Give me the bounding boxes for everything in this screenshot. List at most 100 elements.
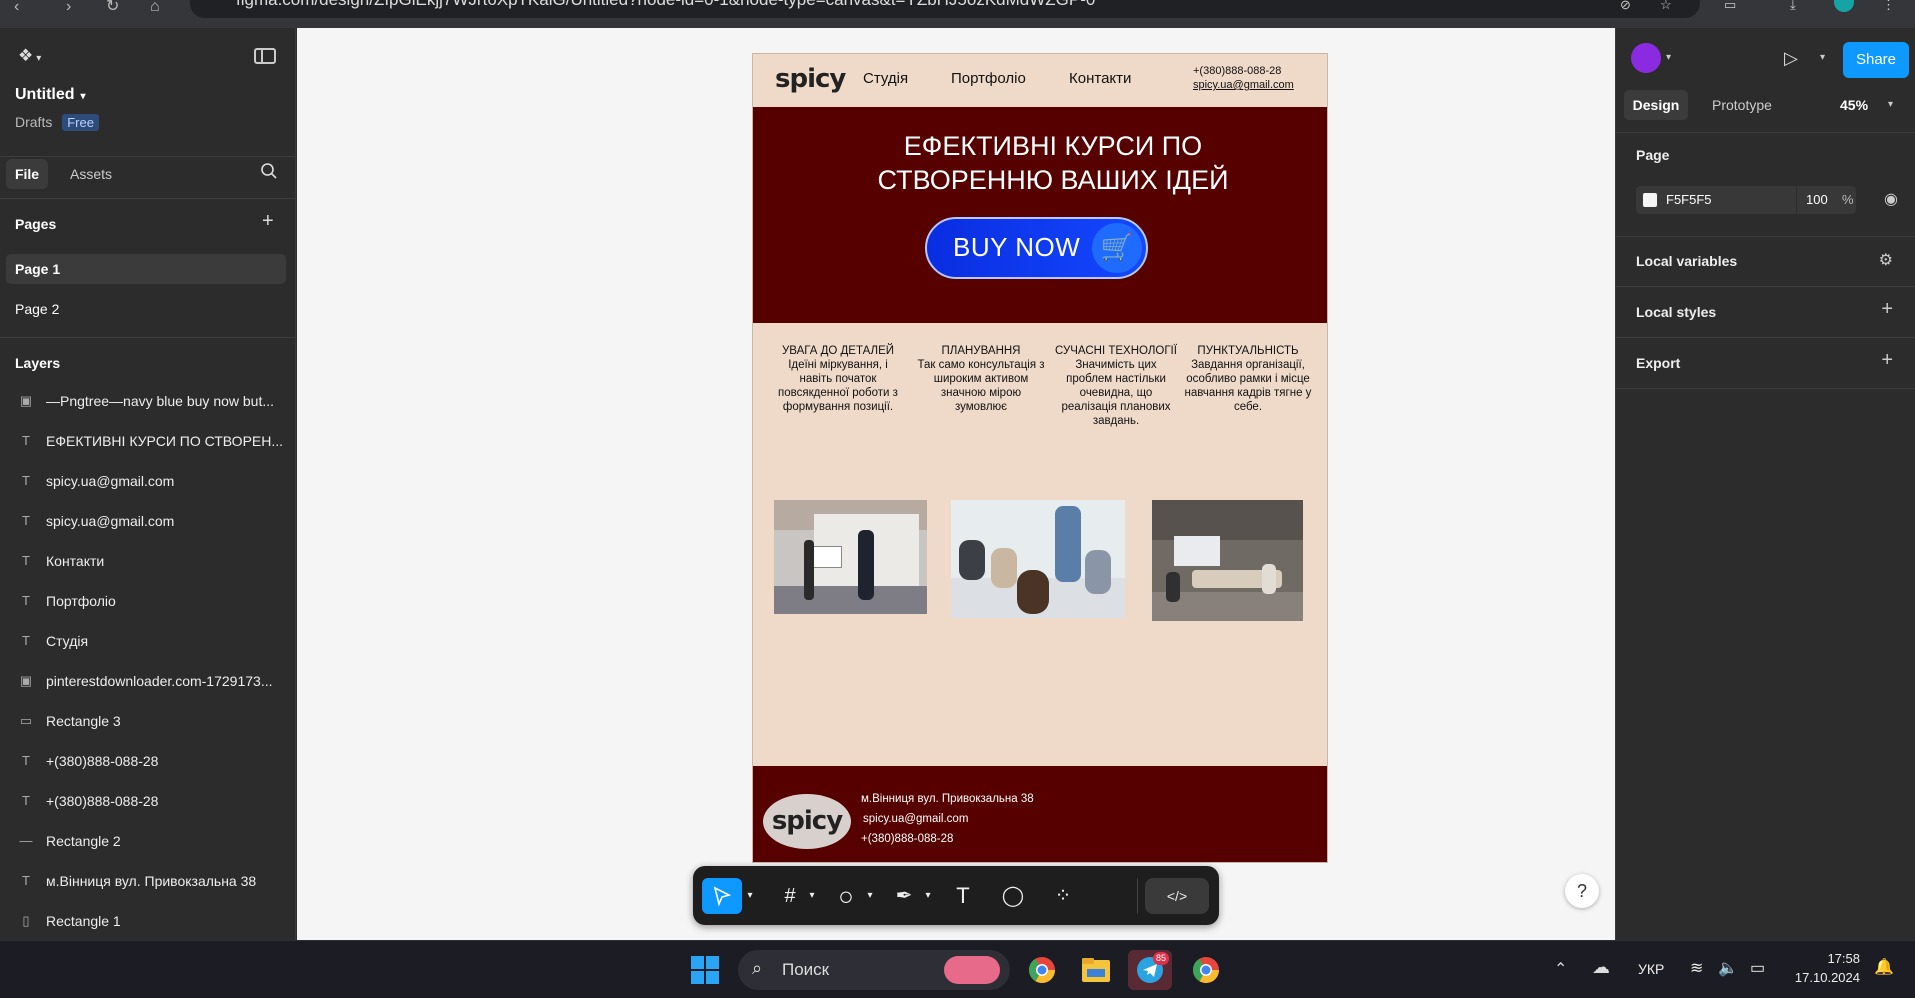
layer-item[interactable]: ▣ pinterestdownloader.com-1729173... [0, 661, 296, 701]
chevron-down-icon[interactable]: ▾ [1888, 90, 1893, 120]
layer-item[interactable]: Tм.Вінниця вул. Привокзальна 38 [0, 861, 296, 901]
clock-date[interactable]: 17.10.2024 [1780, 970, 1860, 985]
page-color-field[interactable]: F5F5F5 100 % [1636, 186, 1856, 214]
sidebar-toggle-icon[interactable] [254, 48, 276, 64]
notification-bell-icon[interactable]: 🔔 [1874, 957, 1894, 977]
home-icon[interactable]: ⌂ [150, 0, 160, 15]
layer-item[interactable]: T +(380)888-088-28 [0, 781, 296, 821]
photo-classroom[interactable] [1152, 500, 1303, 621]
url-text: figma.com/design/ZIpGlEkjj7WJrt6XpTKaiG/… [236, 0, 1095, 9]
ellipse-tool-icon[interactable]: ○ [829, 878, 863, 914]
export-label[interactable]: Export [1636, 355, 1680, 371]
add-style-icon[interactable]: + [1881, 298, 1893, 321]
layer-item[interactable]: T ЕФЕКТИВНІ КУРСИ ПО СТВОРЕН... [0, 421, 296, 461]
frame-tool-icon[interactable]: # [775, 878, 805, 914]
file-explorer-icon[interactable] [1074, 950, 1118, 990]
layer-item[interactable]: T Контакти [0, 541, 296, 581]
pen-tool-icon[interactable]: ✒ [887, 878, 921, 914]
nav-studio[interactable]: Студія [863, 70, 908, 87]
layer-item[interactable]: Tspicy.ua@gmail.com [0, 501, 296, 541]
battery-icon[interactable]: ▭ [1750, 958, 1765, 978]
nav-contacts[interactable]: Контакти [1069, 70, 1131, 87]
buy-now-button[interactable]: BUY NOW 🛒 [925, 217, 1148, 279]
photo-team-meeting[interactable] [951, 500, 1125, 618]
comment-tool-icon[interactable]: ◯ [993, 878, 1033, 914]
share-button[interactable]: Share [1843, 42, 1909, 78]
help-icon[interactable]: ? [1565, 874, 1599, 908]
tab-design[interactable]: Design [1624, 90, 1688, 120]
telegram-icon[interactable]: 85 [1128, 950, 1172, 990]
forward-icon[interactable]: › [66, 0, 71, 15]
chrome-profile-icon[interactable] [1184, 950, 1228, 990]
eye-icon[interactable]: ◉ [1884, 189, 1898, 209]
layer-item[interactable]: — Rectangle 2 [0, 821, 296, 861]
chevron-down-icon[interactable]: ▾ [863, 878, 877, 914]
layer-name: Портфоліо [46, 593, 116, 609]
chevron-down-icon[interactable]: ▾ [1666, 52, 1671, 63]
color-swatch[interactable] [1643, 193, 1657, 207]
tab-file[interactable]: File [6, 159, 48, 189]
layer-item[interactable]: ▣ —Pngtree—navy blue buy now but... [0, 381, 296, 421]
dev-mode-toggle-icon[interactable]: </> [1145, 878, 1209, 914]
profile-avatar-icon[interactable] [1834, 0, 1854, 12]
search-icon[interactable] [260, 162, 278, 180]
layer-item[interactable]: ▭ Rectangle 3 [0, 701, 296, 741]
add-export-icon[interactable]: + [1881, 349, 1893, 372]
chevron-down-icon[interactable]: ▾ [921, 878, 935, 914]
clock-time[interactable]: 17:58 [1790, 951, 1860, 966]
wifi-icon[interactable]: ≋ [1690, 958, 1703, 978]
reload-icon[interactable]: ↻ [106, 0, 119, 15]
taskbar-search[interactable]: ⌕ Поиск [738, 950, 1010, 990]
move-tool-icon[interactable] [702, 878, 742, 914]
text-tool-icon[interactable]: T [943, 878, 983, 914]
page-item-2[interactable]: Page 2 [15, 294, 59, 324]
nav-portfolio[interactable]: Портфоліо [951, 70, 1026, 87]
text-icon: T [22, 753, 30, 768]
layer-name: Rectangle 1 [46, 913, 121, 929]
layers-title: Layers [15, 355, 61, 371]
chevron-up-icon[interactable]: ⌃ [1554, 959, 1567, 979]
layer-item[interactable]: T +(380)888-088-28 [0, 741, 296, 781]
address-bar[interactable]: figma.com/design/ZIpGlEkjj7WJrt6XpTKaiG/… [190, 0, 1700, 18]
onedrive-cloud-icon[interactable]: ☁ [1592, 957, 1610, 978]
camera-off-icon[interactable]: ⊘ [1620, 0, 1636, 12]
design-canvas[interactable]: spicy Студія Портфоліо Контакти +(380)88… [297, 28, 1615, 940]
bookmark-star-icon[interactable]: ☆ [1660, 0, 1676, 12]
menu-more-icon[interactable]: ⋮ [1882, 0, 1898, 12]
chrome-icon[interactable] [1020, 950, 1064, 990]
actions-tool-icon[interactable]: ⁘ [1043, 878, 1083, 914]
layer-item[interactable]: ▯ Rectangle 1 [0, 901, 296, 941]
photo-presentation[interactable] [774, 500, 927, 614]
layer-name: ЕФЕКТИВНІ КУРСИ ПО СТВОРЕН... [46, 433, 284, 449]
language-indicator[interactable]: УКР [1638, 961, 1664, 977]
download-icon[interactable]: ⤓ [1790, 0, 1806, 12]
figma-menu-icon[interactable]: ❖ ▾ [18, 46, 41, 66]
present-icon[interactable]: ▷ [1784, 48, 1798, 69]
footer-email[interactable]: spicy.ua@gmail.com [863, 813, 968, 825]
user-avatar[interactable] [1631, 43, 1661, 73]
variables-settings-icon[interactable]: ⚙ [1879, 250, 1893, 270]
layer-item[interactable]: T Портфоліо [0, 581, 296, 621]
file-title[interactable]: Untitled ▾ [15, 86, 86, 104]
local-styles-label[interactable]: Local styles [1636, 304, 1716, 320]
page-item-1[interactable]: Page 1 [6, 254, 286, 284]
chevron-down-icon[interactable]: ▾ [743, 878, 757, 914]
telegram-badge: 85 [1152, 952, 1169, 965]
extensions-icon[interactable]: ▭ [1724, 0, 1740, 12]
local-variables-label[interactable]: Local variables [1636, 253, 1737, 269]
chevron-down-icon[interactable]: ▾ [805, 878, 819, 914]
chevron-down-icon[interactable]: ▾ [1820, 52, 1825, 63]
file-location[interactable]: Drafts Free [15, 114, 99, 131]
zoom-level[interactable]: 45% [1840, 90, 1868, 120]
pages-title: Pages [15, 216, 57, 232]
back-icon[interactable]: ‹ [14, 0, 19, 15]
tab-assets[interactable]: Assets [70, 159, 112, 189]
tab-prototype[interactable]: Prototype [1712, 90, 1772, 120]
windows-start-icon[interactable] [683, 950, 727, 990]
layer-item[interactable]: T Студія [0, 621, 296, 661]
layer-item[interactable]: Tspicy.ua@gmail.com [0, 461, 296, 501]
design-frame[interactable]: spicy Студія Портфоліо Контакти +(380)88… [752, 53, 1328, 863]
add-page-icon[interactable]: + [262, 210, 274, 233]
volume-icon[interactable]: 🔈 [1718, 958, 1738, 978]
header-email[interactable]: spicy.ua@gmail.com [1193, 79, 1294, 91]
